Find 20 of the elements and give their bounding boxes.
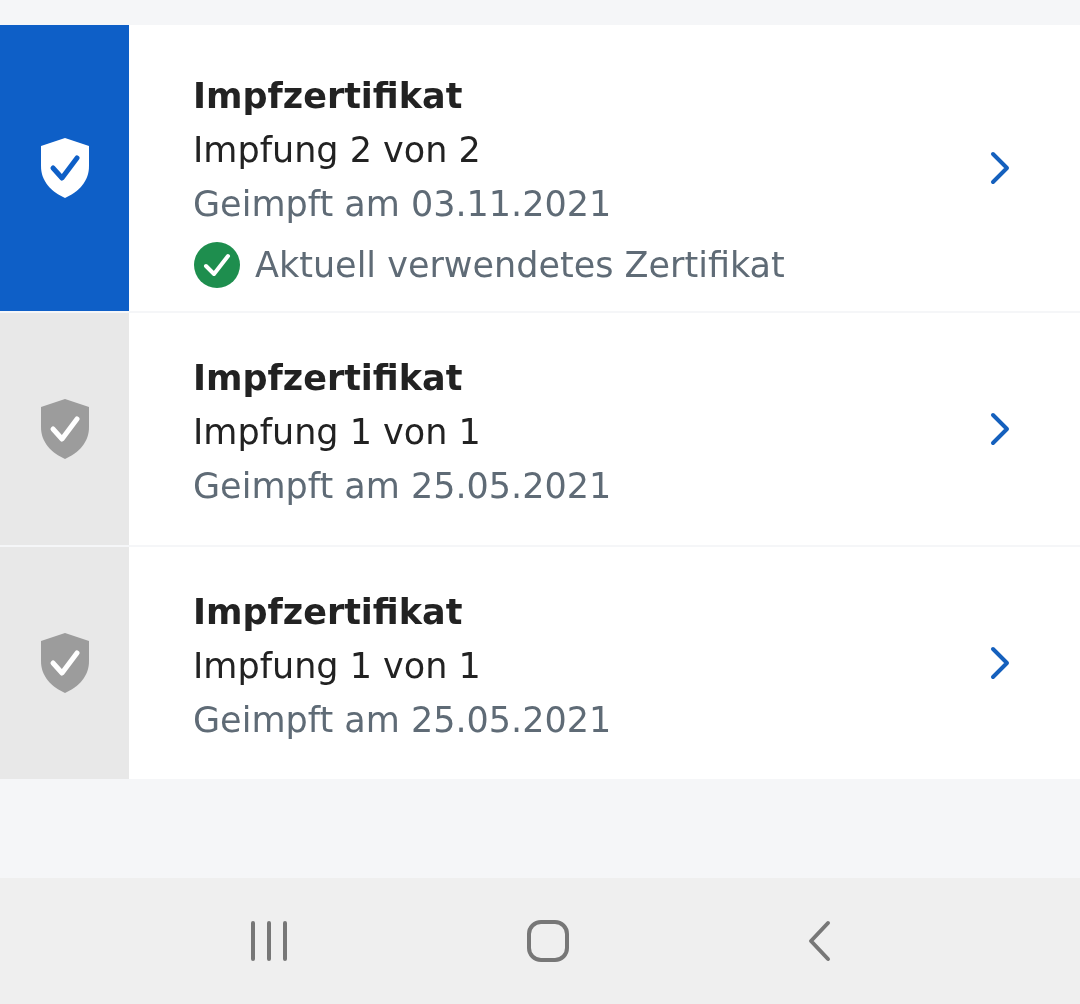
check-circle-icon	[193, 241, 241, 289]
certificate-row[interactable]: Impfzertifikat Impfung 1 von 1 Geimpft am 25.05.2021	[0, 313, 1080, 545]
certificate-row[interactable]: Impfzertifikat Impfung 1 von 1 Geimpft am 25.05.2021	[0, 547, 1080, 779]
certificate-title: Impfzertifikat	[193, 591, 464, 634]
chevron-right-icon	[990, 151, 1010, 185]
dose-text: Impfung 1 von 1	[193, 411, 482, 454]
chevron-right-icon	[990, 646, 1010, 680]
recent-apps-icon[interactable]	[248, 921, 290, 961]
dose-text: Impfung 2 von 2	[193, 129, 482, 172]
certificate-title: Impfzertifikat	[193, 75, 464, 118]
back-icon[interactable]	[806, 920, 832, 962]
dose-text: Impfung 1 von 1	[193, 645, 482, 688]
vaccination-date: Geimpft am 25.05.2021	[193, 465, 613, 508]
home-icon[interactable]	[526, 919, 570, 963]
vaccination-date: Geimpft am 25.05.2021	[193, 699, 613, 742]
certificate-row[interactable]: Impfzertifikat Impfung 2 von 2 Geimpft am 03.11.2021 Aktuell verwendetes Zertifikat	[0, 25, 1080, 311]
current-certificate-note: Aktuell verwendetes Zertifikat	[255, 244, 785, 287]
chevron-right-icon	[990, 412, 1010, 446]
certificate-title: Impfzertifikat	[193, 357, 464, 400]
vaccination-date: Geimpft am 03.11.2021	[193, 183, 613, 226]
